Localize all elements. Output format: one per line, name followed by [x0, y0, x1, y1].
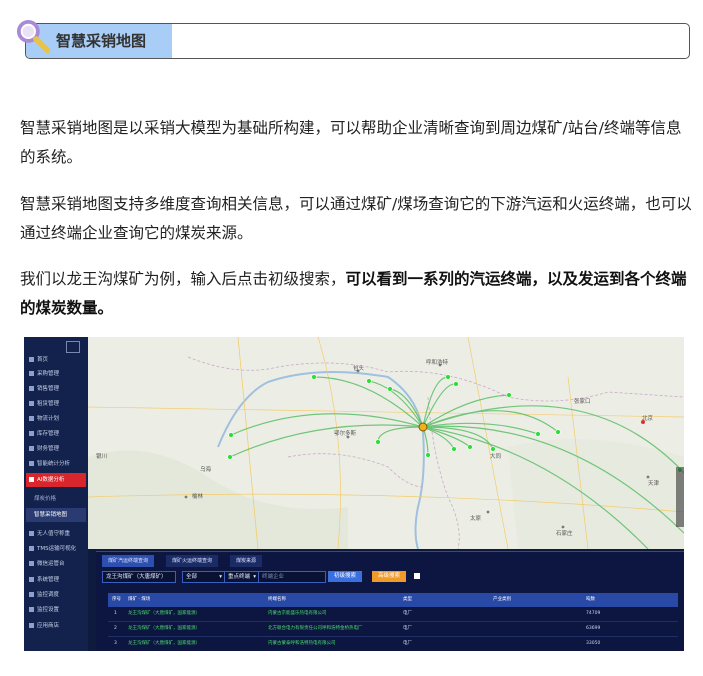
chevron-down-icon: ▾: [253, 574, 256, 580]
map-label-yulin: 榆林: [192, 494, 204, 500]
lease-icon: [29, 401, 34, 406]
chevron-down-icon: ▾: [219, 574, 222, 580]
map-label-beijing: 北京: [642, 416, 654, 422]
company-input[interactable]: 终端企业: [258, 571, 326, 583]
sidebar-toggle-icon: [66, 341, 80, 353]
truck-icon: [29, 416, 34, 421]
map-label-shijiazhuang: 石家庄: [556, 531, 573, 537]
tab-coal-source[interactable]: 煤炭来源: [230, 555, 263, 567]
sidebar-item-home[interactable]: 首页: [26, 353, 86, 367]
sidebar-item-weighing[interactable]: 无人值守称重: [26, 527, 86, 541]
ai-icon: [29, 477, 34, 482]
table-row[interactable]: 3 龙王沟煤矿（大唐煤矿，国家能源） 内蒙古蒙泰呼和浩特热电有限公司 电厂 33…: [108, 637, 678, 651]
map-label-datong: 大同: [490, 454, 502, 460]
sidebar-item-monitor-settings[interactable]: 监控设置: [26, 603, 86, 617]
basic-search-button[interactable]: 初级搜索: [328, 571, 363, 582]
map-label-tianjin: 天津: [648, 481, 660, 487]
example-text: 我们以龙王沟煤矿为例，输入后点击初级搜索，: [20, 270, 346, 288]
store-icon: [29, 623, 34, 628]
features-paragraph: 智慧采销地图支持多维度查询相关信息，可以通过煤矿/煤场查询它的下游汽运和火运终端…: [20, 195, 692, 242]
sidebar-item-finance[interactable]: 财务管理: [26, 442, 86, 456]
monitor-icon: [29, 592, 34, 597]
settings-icon: [29, 607, 34, 612]
tms-icon: [29, 546, 34, 551]
warehouse-icon: [29, 431, 34, 436]
map-label-zhangjiakou: 张家口: [574, 399, 591, 405]
sidebar-item-wechat[interactable]: 微信运管台: [26, 557, 86, 571]
route-map[interactable]: 呼和浩特 包头 北京 天津 太原 石家庄 鄂尔多斯 榆林 张家口 大同 银川 乌…: [88, 337, 684, 549]
section-title: 智慧采销地图: [56, 32, 147, 50]
section-heading-bar: 智慧采销地图: [25, 23, 690, 59]
intro-paragraph: 智慧采销地图是以采销大模型为基础所构建，可以帮助企业清晰查询到周边煤矿/站台/终…: [20, 119, 682, 166]
sidebar-item-inventory[interactable]: 库存管理: [26, 427, 86, 441]
table-header: 序号 煤矿 · 煤场 终端名称 类型 产业类别 吨数: [108, 593, 678, 607]
type-select[interactable]: 全部 ▾: [182, 571, 226, 583]
query-panel: 煤矿汽运终端查询 煤矿火运终端查询 煤炭来源 龙王沟煤矿（大唐煤矿） 全部 ▾ …: [96, 551, 684, 651]
sidebar-item-stats[interactable]: 智能统计分析: [26, 457, 86, 471]
sidebar-item-lease[interactable]: 租赁管理: [26, 397, 86, 411]
map-label-wuhai: 乌海: [200, 467, 212, 473]
wechat-icon: [29, 561, 34, 566]
sidebar-item-tms[interactable]: TMS运输可视化: [26, 542, 86, 556]
tab-rail-terminals[interactable]: 煤矿火运终端查询: [166, 555, 219, 567]
sidebar-item-system[interactable]: 系统管理: [26, 573, 86, 587]
map-label-yinchuan: 银川: [96, 454, 108, 460]
sidebar-item-coal-price[interactable]: 煤炭价格: [26, 492, 86, 506]
map-canvas: [88, 337, 684, 549]
app-sidebar: 首页 采购管理 销售管理 租赁管理 物流计划 库存管理 财务管理 智能统计分析 …: [24, 337, 88, 651]
option-checkbox[interactable]: [414, 573, 420, 579]
sidebar-item-app-store[interactable]: 应用商店: [26, 619, 86, 633]
sidebar-item-sales[interactable]: 销售管理: [26, 382, 86, 396]
cart-icon: [29, 371, 34, 376]
table-row[interactable]: 2 龙王沟煤矿（大唐煤矿，国家能源） 北方联合电力有限责任公司呼和浩特金桥热电厂…: [108, 622, 678, 637]
map-label-hohhot: 呼和浩特: [426, 360, 449, 366]
magnifier-icon: [16, 20, 51, 54]
chart-icon: [29, 461, 34, 466]
sidebar-item-logistics[interactable]: 物流计划: [26, 412, 86, 426]
sidebar-item-monitor[interactable]: 监控调度: [26, 588, 86, 602]
app-screenshot: 首页 采购管理 销售管理 租赁管理 物流计划 库存管理 财务管理 智能统计分析 …: [24, 337, 684, 651]
terminal-select[interactable]: 重点终端 ▾: [224, 571, 260, 583]
sales-icon: [29, 386, 34, 391]
map-label-taiyuan: 太原: [470, 516, 482, 522]
mine-input[interactable]: 龙王沟煤矿（大唐煤矿）: [102, 571, 176, 583]
finance-icon: [29, 446, 34, 451]
home-icon: [29, 357, 34, 362]
gear-icon: [29, 577, 34, 582]
table-row[interactable]: 1 龙王沟煤矿（大唐煤矿，国家能源） 内蒙古京能盛乐热电有限公司 电厂 7470…: [108, 607, 678, 622]
tab-truck-terminals[interactable]: 煤矿汽运终端查询: [102, 555, 155, 567]
sidebar-item-ai-analysis[interactable]: AI数据分析: [26, 473, 86, 487]
terminal-table: 序号 煤矿 · 煤场 终端名称 类型 产业类别 吨数 1 龙王沟煤矿（大唐煤矿，…: [108, 593, 678, 651]
sidebar-item-purchase[interactable]: 采购管理: [26, 367, 86, 381]
sidebar-item-smart-map[interactable]: 智慧采销地图: [26, 508, 86, 522]
scale-icon: [29, 531, 34, 536]
advanced-search-button[interactable]: 高级搜索: [372, 571, 407, 582]
map-label-ordos: 鄂尔多斯: [334, 431, 357, 437]
map-label-baotou: 包头: [353, 366, 365, 372]
origin-mine-marker: [418, 422, 428, 432]
example-paragraph: 我们以龙王沟煤矿为例，输入后点击初级搜索，可以看到一系列的汽运终端，以及发运到各…: [20, 265, 692, 323]
